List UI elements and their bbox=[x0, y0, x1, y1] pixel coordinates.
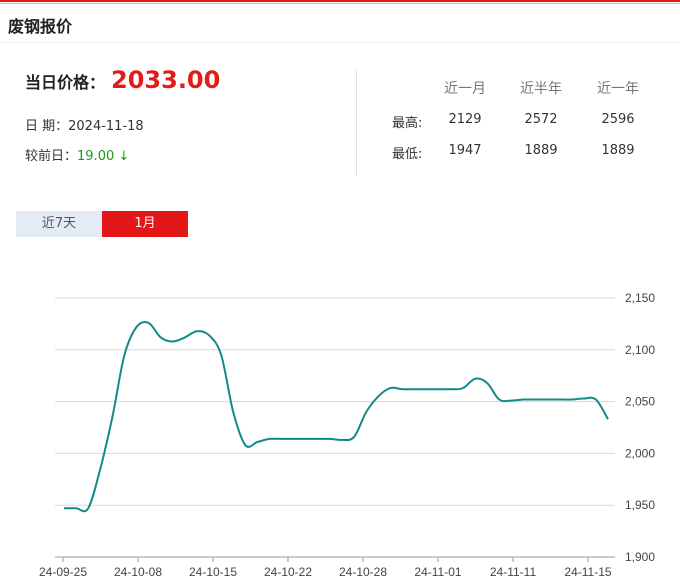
top-accent-line bbox=[0, 0, 680, 2]
y-tick-label: 2,000 bbox=[625, 446, 655, 460]
stats-low-year: 1889 bbox=[601, 143, 635, 158]
x-tick-label: 24-11-01 bbox=[414, 565, 461, 579]
divider bbox=[356, 70, 357, 176]
stats-low-month: 1947 bbox=[448, 143, 482, 158]
x-tick-label: 24-09-25 bbox=[39, 565, 87, 579]
stats-col-halfyear: 近半年 bbox=[520, 81, 562, 97]
panel-title: 废钢报价 bbox=[8, 17, 73, 36]
panel-header: 废钢报价 bbox=[0, 4, 680, 43]
stats-high-year: 2596 bbox=[601, 112, 635, 127]
price-value: 2033.00 bbox=[111, 66, 221, 94]
y-tick-label: 2,100 bbox=[625, 343, 655, 357]
y-tick-label: 1,900 bbox=[625, 550, 655, 564]
change-label: 较前日： bbox=[25, 149, 78, 164]
price-label: 当日价格： bbox=[25, 73, 106, 92]
y-tick-label: 2,050 bbox=[625, 395, 655, 409]
stats-high-month: 2129 bbox=[448, 112, 482, 127]
stats-col-year: 近一年 bbox=[597, 81, 639, 97]
stats-low-halfyear: 1889 bbox=[524, 143, 558, 158]
x-tick-label: 24-10-08 bbox=[114, 565, 162, 579]
stats-high-halfyear: 2572 bbox=[524, 112, 558, 127]
range-tabs: 近7天 1月 bbox=[16, 211, 188, 237]
price-line-chart: 2,150 2,100 2,050 2,000 1,950 1,900 24-09-25 2… bbox=[39, 291, 655, 579]
tab-1-month[interactable]: 1月 bbox=[102, 211, 188, 237]
price-series-line bbox=[64, 321, 609, 513]
y-tick-label: 1,950 bbox=[625, 498, 655, 512]
x-tick-label: 24-11-15 bbox=[564, 565, 611, 579]
arrow-down-icon: ↓ bbox=[118, 149, 130, 164]
change-row: 较前日：19.00 ↓ bbox=[25, 145, 129, 164]
date-label: 日 期： bbox=[25, 119, 69, 134]
x-tick-label: 24-10-15 bbox=[189, 565, 237, 579]
change-value: 19.00 bbox=[77, 149, 115, 164]
date-value: 2024-11-18 bbox=[68, 119, 144, 134]
date-row: 日 期：2024-11-18 bbox=[25, 115, 144, 134]
x-tick-label: 24-11-11 bbox=[490, 565, 537, 579]
y-tick-label: 2,150 bbox=[625, 291, 655, 305]
x-tick-label: 24-10-28 bbox=[339, 565, 387, 579]
tab-7-days[interactable]: 近7天 bbox=[16, 211, 102, 237]
current-price: 当日价格： 2033.00 bbox=[25, 66, 220, 94]
x-tick-label: 24-10-22 bbox=[264, 565, 312, 579]
stats-col-month: 近一月 bbox=[444, 81, 486, 97]
